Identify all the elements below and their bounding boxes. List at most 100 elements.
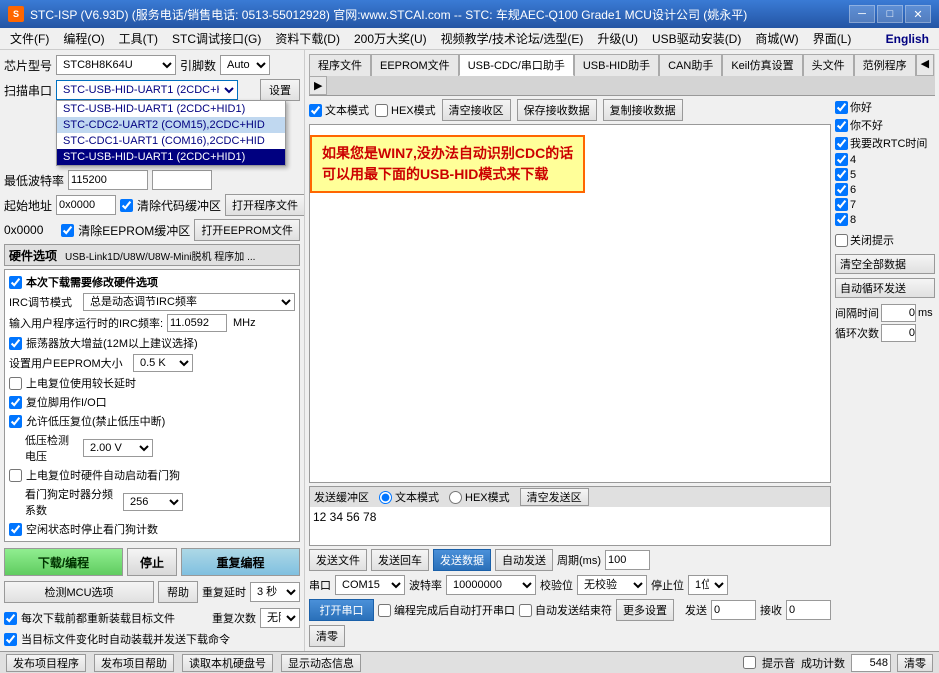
amp-checkbox[interactable] xyxy=(9,337,22,350)
tab-arrow-right[interactable]: ▶ xyxy=(309,76,327,95)
settings-button[interactable]: 设置 xyxy=(260,79,300,101)
menu-upgrade[interactable]: 升级(U) xyxy=(591,29,644,48)
stop-button[interactable]: 停止 xyxy=(127,548,177,576)
loop-count-input[interactable] xyxy=(881,324,916,342)
send-text-content[interactable]: 12 34 56 78 xyxy=(310,507,830,543)
tab-usb-cdc[interactable]: USB-CDC/串口助手 xyxy=(459,54,574,76)
show-dynamic-button[interactable]: 显示动态信息 xyxy=(281,654,361,672)
retry-count-select[interactable]: 无限 xyxy=(260,608,300,628)
menu-prize[interactable]: 200万大奖(U) xyxy=(348,29,433,48)
maximize-button[interactable]: □ xyxy=(877,5,903,23)
send-return-button[interactable]: 发送回车 xyxy=(371,549,429,571)
dropdown-item-1[interactable]: STC-CDC2-UART2 (COM15),2CDC+HID xyxy=(57,117,285,133)
wdt-divider-select[interactable]: 256 xyxy=(123,493,183,511)
idle-wdt-checkbox[interactable] xyxy=(9,523,22,536)
copy-recv-button[interactable]: 复制接收数据 xyxy=(603,99,683,121)
menu-file[interactable]: 文件(F) xyxy=(4,29,55,48)
clear-recv-button[interactable]: 清空接收区 xyxy=(442,99,511,121)
freq-input[interactable] xyxy=(167,314,227,332)
menu-shop[interactable]: 商城(W) xyxy=(749,29,804,48)
parity-select[interactable]: 无校验 xyxy=(577,575,647,595)
open-prog-button[interactable]: 打开程序文件 xyxy=(225,194,305,216)
publish-project-button[interactable]: 发布项目程序 xyxy=(6,654,86,672)
clear-all-button[interactable]: 清空全部数据 xyxy=(835,254,935,274)
clear-success-button[interactable]: 清零 xyxy=(897,654,933,672)
hex-mode-checkbox[interactable] xyxy=(375,104,388,117)
port-select[interactable]: COM15 xyxy=(335,575,405,595)
compile-open-checkbox[interactable] xyxy=(378,604,391,617)
download-button[interactable]: 下载/编程 xyxy=(4,548,123,576)
menu-ui[interactable]: 界面(L) xyxy=(807,29,858,48)
tab-eeprom-file[interactable]: EEPROM文件 xyxy=(371,54,459,76)
auto-send-button[interactable]: 自动发送 xyxy=(495,549,553,571)
send-text-radio[interactable] xyxy=(379,491,392,504)
max-speed-input2[interactable] xyxy=(152,170,212,190)
hw-main-checkbox[interactable] xyxy=(9,276,22,289)
item6-checkbox[interactable] xyxy=(835,183,848,196)
pin-select[interactable]: Auto xyxy=(220,55,270,75)
dropdown-item-2[interactable]: STC-CDC1-UART1 (COM16),2CDC+HID xyxy=(57,133,285,149)
hello-checkbox[interactable] xyxy=(835,101,848,114)
item8-checkbox[interactable] xyxy=(835,213,848,226)
menu-download[interactable]: 资料下载(D) xyxy=(269,29,346,48)
read-disk-button[interactable]: 读取本机硬盘号 xyxy=(182,654,273,672)
period-input[interactable] xyxy=(605,550,650,570)
tab-header[interactable]: 头文件 xyxy=(803,54,854,76)
scan-port-select[interactable]: STC-USB-HID-UART1 (2CDC+HID1) xyxy=(56,80,238,100)
clear-send-button[interactable]: 清空发送区 xyxy=(520,488,589,506)
send-file-button[interactable]: 发送文件 xyxy=(309,549,367,571)
text-mode-checkbox[interactable] xyxy=(309,104,322,117)
eeprom-select[interactable]: 0.5 K xyxy=(133,354,193,372)
start-addr-input[interactable] xyxy=(56,195,116,215)
send-data-button[interactable]: 发送数据 xyxy=(433,549,491,571)
item5-checkbox[interactable] xyxy=(835,168,848,181)
not-hello-checkbox[interactable] xyxy=(835,119,848,132)
item4-checkbox[interactable] xyxy=(835,153,848,166)
menu-tools[interactable]: 工具(T) xyxy=(113,29,164,48)
scan-port-dropdown[interactable]: STC-USB-HID-UART1 (2CDC+HID1) STC-CDC2-U… xyxy=(56,100,286,166)
check-mcu-button[interactable]: 检测MCU选项 xyxy=(4,581,154,603)
interval-input[interactable] xyxy=(881,304,916,322)
auto-loop-button[interactable]: 自动循环发送 xyxy=(835,278,935,298)
chip-select[interactable]: STC8H8K64U xyxy=(56,55,176,75)
tab-keil[interactable]: Keil仿真设置 xyxy=(722,54,802,76)
baud-select[interactable]: 10000000 xyxy=(446,575,536,595)
open-port-button[interactable]: 打开串口 xyxy=(309,599,374,621)
dl-eeprom-checkbox[interactable] xyxy=(9,542,22,543)
help-button[interactable]: 帮助 xyxy=(158,581,198,603)
long-delay-checkbox[interactable] xyxy=(9,377,22,390)
item7-checkbox[interactable] xyxy=(835,198,848,211)
clear-count-button[interactable]: 清零 xyxy=(309,625,345,647)
auto-download-checkbox[interactable] xyxy=(4,633,17,646)
publish-help-button[interactable]: 发布项目帮助 xyxy=(94,654,174,672)
reprogram-button[interactable]: 重复编程 xyxy=(181,548,300,576)
reset-io-checkbox[interactable] xyxy=(9,396,22,409)
wdt-power-checkbox[interactable] xyxy=(9,469,22,482)
stop-bits-select[interactable]: 1位 xyxy=(688,575,728,595)
send-hex-radio[interactable] xyxy=(449,491,462,504)
menu-debug[interactable]: STC调试接口(G) xyxy=(166,29,267,48)
menu-program[interactable]: 编程(O) xyxy=(57,29,110,48)
tab-can[interactable]: CAN助手 xyxy=(659,54,722,76)
menu-english[interactable]: English xyxy=(880,31,935,47)
more-settings-button[interactable]: 更多设置 xyxy=(616,599,674,621)
tab-prog-file[interactable]: 程序文件 xyxy=(309,54,371,76)
save-recv-button[interactable]: 保存接收数据 xyxy=(517,99,597,121)
open-eeprom-button[interactable]: 打开EEPROM文件 xyxy=(194,219,300,241)
sound-checkbox[interactable] xyxy=(743,656,756,669)
close-button[interactable]: ✕ xyxy=(905,5,931,23)
retry-timeout-select[interactable]: 3 秒 xyxy=(250,582,300,602)
low-volt-select[interactable]: 2.00 V xyxy=(83,439,153,457)
menu-usb-driver[interactable]: USB驱动安装(D) xyxy=(646,29,747,48)
tab-arrow-left[interactable]: ◀ xyxy=(916,54,934,76)
rtc-checkbox[interactable] xyxy=(835,137,848,150)
low-volt-checkbox[interactable] xyxy=(9,415,22,428)
auto-send-end-checkbox[interactable] xyxy=(519,604,532,617)
menu-video[interactable]: 视频教学/技术论坛/选型(E) xyxy=(435,29,590,48)
clear-code-checkbox[interactable] xyxy=(120,199,133,212)
reload-checkbox[interactable] xyxy=(4,612,17,625)
close-hint-checkbox[interactable] xyxy=(835,234,848,247)
tab-example[interactable]: 范例程序 xyxy=(854,54,916,76)
tab-usb-hid[interactable]: USB-HID助手 xyxy=(574,54,659,76)
clear-eeprom-checkbox[interactable] xyxy=(61,224,74,237)
